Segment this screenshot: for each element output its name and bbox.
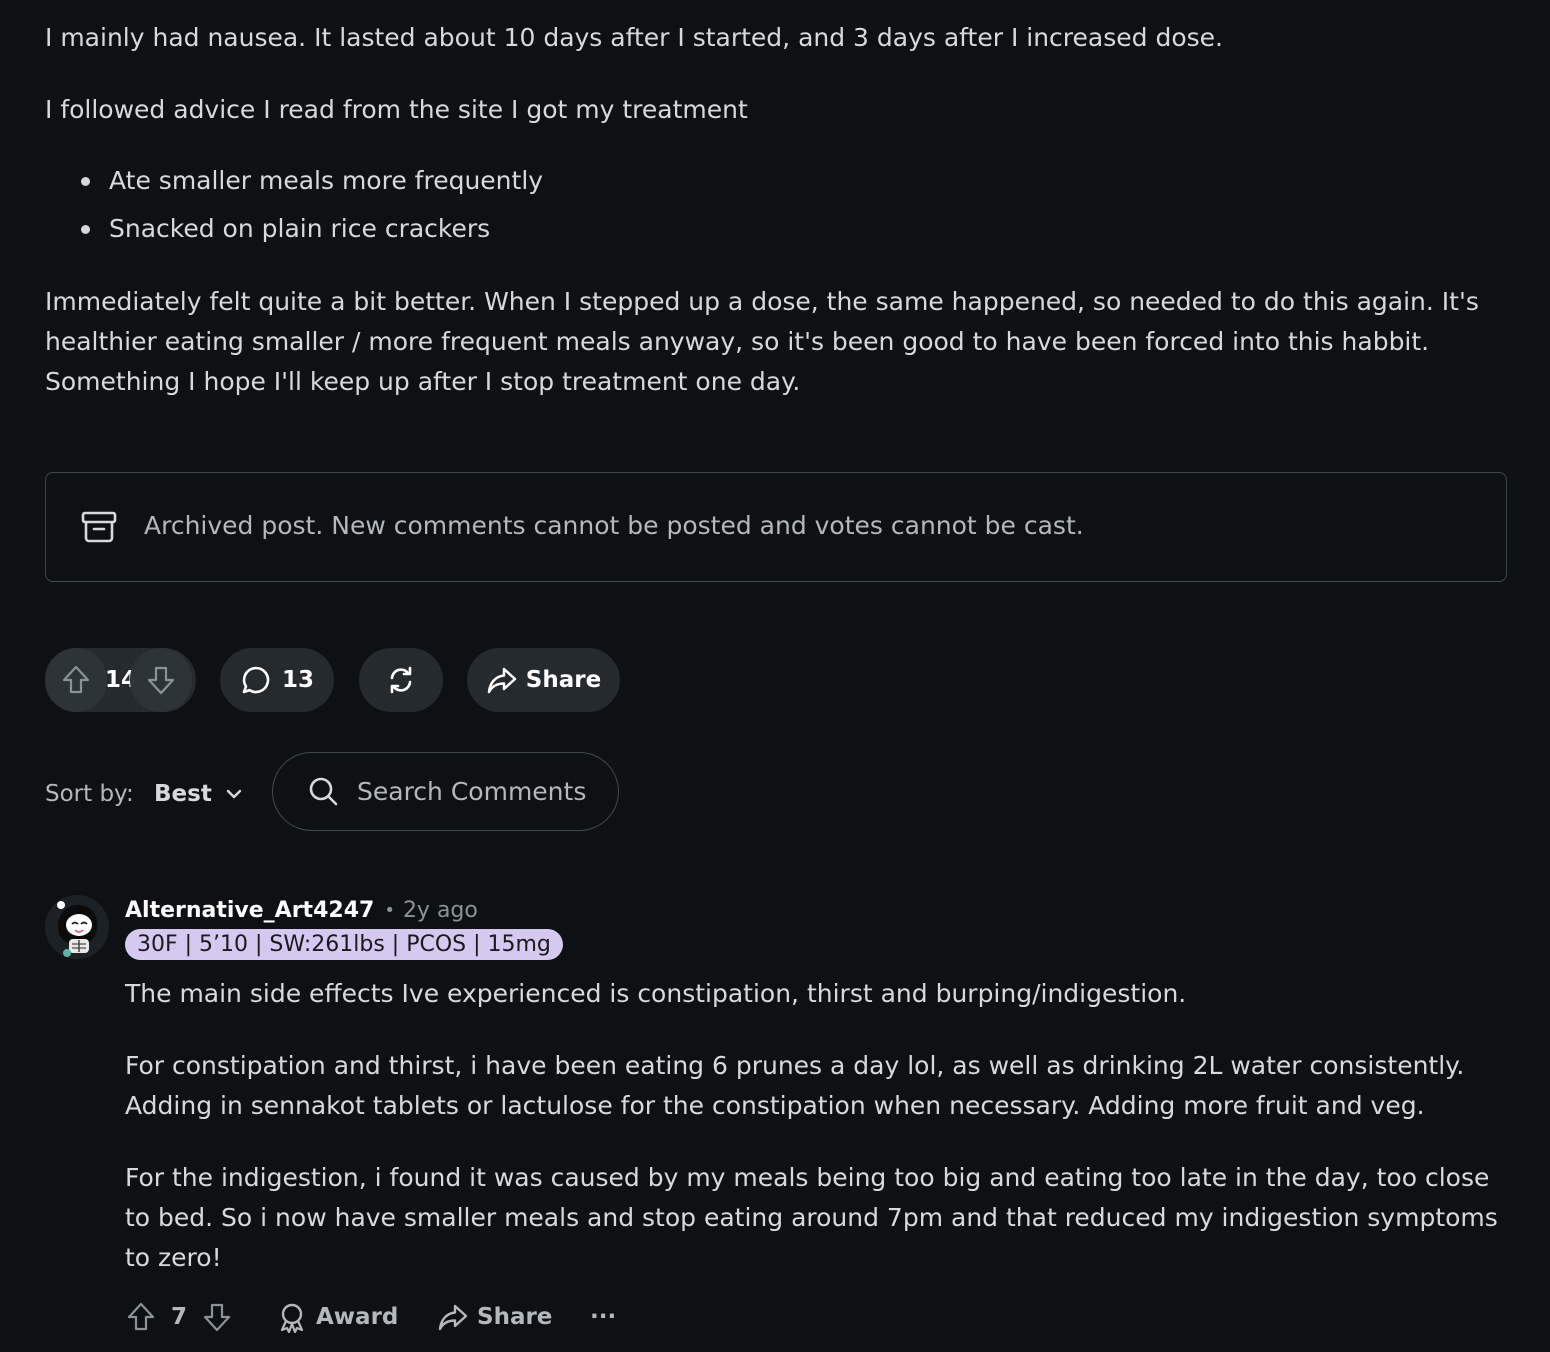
archived-notice-text: Archived post. New comments cannot be po…: [144, 511, 1084, 540]
award-label: Award: [316, 1304, 399, 1330]
comment-meta: Alternative_Art4247 • 2y ago: [125, 893, 478, 927]
comment-action-bar: 7 Award Share ···: [125, 1296, 725, 1338]
comment-line: The main side effects Ive experienced is…: [125, 979, 1187, 1008]
avatar[interactable]: [45, 895, 109, 959]
post-vote-group: 14: [45, 648, 196, 712]
post-paragraph: I followed advice I read from the site I…: [45, 95, 748, 124]
crosspost-button[interactable]: [359, 648, 443, 712]
post-paragraph-line: Immediately felt quite a bit better. Whe…: [45, 287, 1479, 316]
vote-count: 14: [105, 667, 138, 693]
share-icon: [438, 1304, 468, 1331]
crosspost-icon: [390, 666, 412, 694]
comment-count: 13: [281, 667, 314, 693]
downvote-icon: [203, 1303, 231, 1332]
comment-share-label: Share: [477, 1304, 553, 1330]
meta-separator: •: [384, 899, 395, 921]
comment-share-button[interactable]: Share: [437, 1296, 552, 1338]
comment-username[interactable]: Alternative_Art4247: [125, 898, 374, 923]
sort-label: Sort by:: [45, 781, 134, 807]
share-button[interactable]: Share: [467, 648, 620, 712]
share-label: Share: [525, 667, 602, 693]
upvote-icon: [127, 1302, 155, 1331]
user-flair: 30F | 5’10 | SW:261lbs | PCOS | 15mg: [125, 929, 563, 960]
comment-line: to bed. So i now have smaller meals and …: [125, 1203, 1498, 1232]
list-item: Ate smaller meals more frequently: [81, 157, 543, 205]
chevron-down-icon: [226, 789, 242, 799]
comment-line: Adding in sennakot tablets or lactulose …: [125, 1091, 1425, 1120]
sort-value: Best: [154, 781, 212, 807]
upvote-icon: [62, 665, 90, 694]
comment-line: For constipation and thirst, i have been…: [125, 1051, 1465, 1080]
award-button[interactable]: Award: [276, 1296, 398, 1338]
downvote-icon: [147, 666, 175, 695]
post-paragraph: I mainly had nausea. It lasted about 10 …: [45, 23, 1223, 52]
more-options-button[interactable]: ···: [590, 1296, 616, 1338]
archive-icon: [81, 511, 117, 543]
comment-vote-count: 7: [171, 1304, 188, 1330]
sort-dropdown[interactable]: Best: [154, 778, 244, 810]
more-icon: ···: [590, 1304, 617, 1330]
comment-vote-count-wrap: 7: [171, 1296, 187, 1338]
search-icon: [309, 777, 338, 806]
comment-line: For the indigestion, i found it was caus…: [125, 1163, 1490, 1192]
award-icon: [280, 1303, 304, 1333]
comment-icon: [242, 666, 270, 694]
archived-notice: Archived post. New comments cannot be po…: [45, 472, 1507, 582]
downvote-button[interactable]: [130, 648, 192, 712]
comment-downvote-button[interactable]: [201, 1296, 233, 1338]
share-icon: [487, 667, 517, 694]
comment-line: to zero!: [125, 1243, 222, 1272]
search-comments-input[interactable]: [357, 773, 597, 809]
comment-upvote-button[interactable]: [125, 1296, 157, 1338]
comment-timestamp: 2y ago: [402, 897, 478, 923]
comments-button[interactable]: 13: [220, 648, 334, 712]
upvote-button[interactable]: [45, 648, 107, 712]
post-paragraph-line: healthier eating smaller / more frequent…: [45, 327, 1430, 356]
search-comments-box[interactable]: [272, 752, 619, 831]
list-item: Snacked on plain rice crackers: [81, 205, 543, 253]
avatar-image: [45, 895, 109, 959]
post-bullet-list: Ate smaller meals more frequently Snacke…: [81, 157, 543, 253]
post-paragraph-line: Something I hope I'll keep up after I st…: [45, 367, 801, 396]
